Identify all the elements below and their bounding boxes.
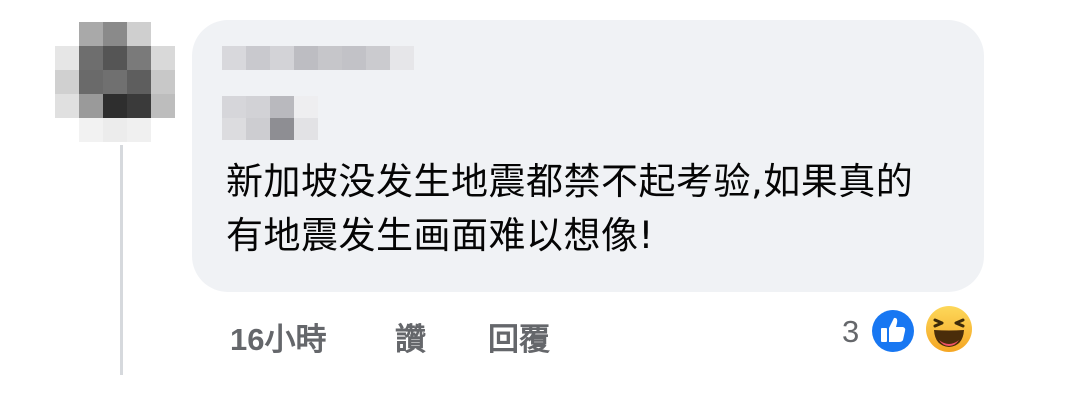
like-button[interactable]: 讚 [395, 314, 426, 359]
comment-text: 新加坡没发生地震都禁不起考验,如果真的有地震发生画面难以想像! [226, 160, 914, 257]
avatar[interactable] [55, 22, 175, 142]
author-name[interactable] [222, 46, 414, 70]
reactions[interactable] [868, 300, 978, 360]
author-subtitle [222, 96, 318, 140]
timestamp[interactable]: 16小時 [230, 314, 326, 359]
reaction-count[interactable]: 3 [842, 314, 859, 350]
haha-icon [923, 303, 975, 355]
reply-button[interactable]: 回覆 [488, 314, 550, 359]
like-icon [869, 307, 917, 355]
